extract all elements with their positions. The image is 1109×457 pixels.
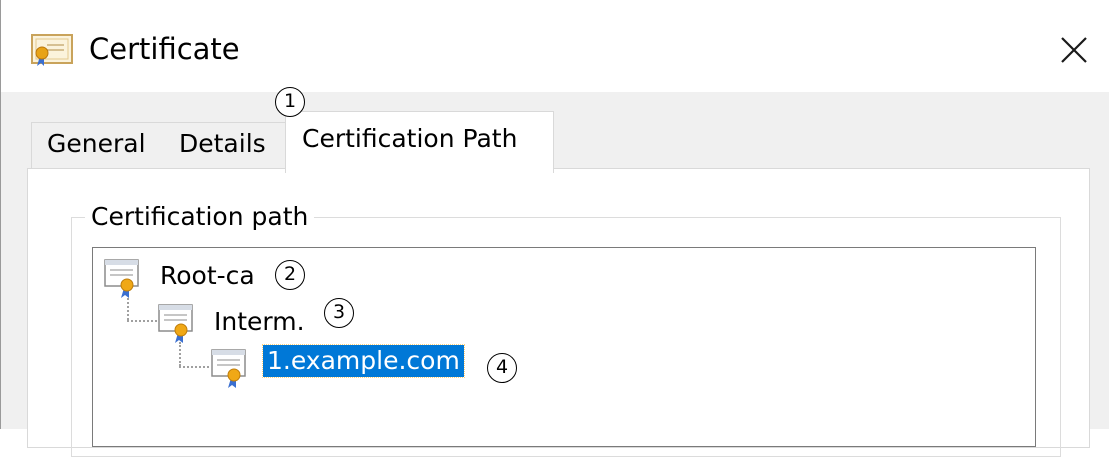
tab-general[interactable]: General: [31, 122, 164, 170]
callout-marker-2: 2: [275, 260, 305, 290]
callout-marker-1: 1: [275, 87, 305, 117]
certificate-icon: [31, 34, 73, 66]
callout-marker-4: 4: [487, 353, 517, 383]
tree-connector: [179, 342, 181, 366]
tree-connector: [127, 298, 129, 320]
certificate-icon: [104, 259, 139, 298]
tab-details[interactable]: Details: [163, 122, 288, 170]
tree-item-root-ca[interactable]: Root-ca: [160, 260, 255, 292]
group-label: Certification path: [85, 202, 315, 232]
certificate-icon: [211, 349, 246, 388]
close-icon[interactable]: [1049, 25, 1099, 75]
callout-marker-3: 3: [324, 298, 354, 328]
certificate-dialog: Certificate General Details Certificatio…: [0, 0, 1109, 457]
certificate-icon: [158, 304, 193, 343]
tree-item-leaf-selected[interactable]: 1.example.com: [262, 344, 465, 378]
tree-connector: [127, 320, 157, 322]
tab-certification-path[interactable]: Certification Path: [285, 111, 554, 173]
window-title: Certificate: [89, 32, 240, 66]
tree-item-intermediate[interactable]: Interm.: [214, 306, 305, 338]
title-bar: Certificate: [1, 0, 1109, 92]
tree-connector: [179, 366, 209, 368]
